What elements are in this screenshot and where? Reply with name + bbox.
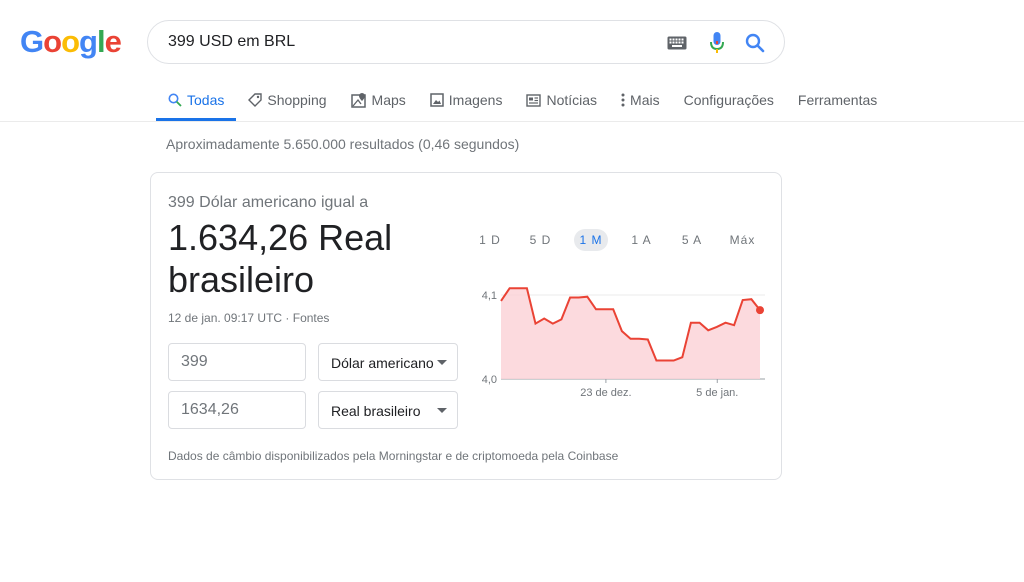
tab-label: Notícias bbox=[546, 92, 598, 108]
range-button-1m[interactable]: 1 M bbox=[574, 229, 608, 251]
from-amount-field[interactable] bbox=[168, 343, 306, 381]
map-icon bbox=[350, 92, 367, 108]
image-icon bbox=[430, 93, 444, 107]
y-tick-label: 4,0 bbox=[482, 374, 497, 386]
google-logo[interactable]: Google bbox=[20, 24, 122, 59]
data-source-note: Dados de câmbio disponibilizados pela Mo… bbox=[168, 449, 619, 463]
tab-label: Imagens bbox=[448, 92, 503, 108]
search-input[interactable] bbox=[168, 31, 638, 53]
search-icon bbox=[168, 93, 182, 107]
dropdown-arrow-icon bbox=[437, 360, 447, 365]
selected-currency: Dólar americano bbox=[331, 355, 434, 371]
tab-label: Ferramentas bbox=[797, 92, 878, 108]
logo-letter: l bbox=[96, 24, 106, 59]
chart-last-point bbox=[756, 306, 764, 315]
chart-range-selector: 1 D 5 D 1 M 1 A 5 A Máx bbox=[473, 229, 776, 251]
tab-todas[interactable]: Todas bbox=[156, 84, 237, 121]
tab-ferramentas[interactable]: Ferramentas bbox=[786, 84, 889, 116]
tab-imagens[interactable]: Imagens bbox=[418, 84, 515, 116]
range-button-1d[interactable]: 1 D bbox=[473, 229, 507, 251]
search-tabs: Todas Shopping Maps Imagens Notícias Mai… bbox=[156, 84, 889, 122]
tab-configuracoes[interactable]: Configurações bbox=[672, 84, 786, 116]
from-currency-select[interactable]: Dólar americano bbox=[318, 343, 458, 381]
range-button-5d[interactable]: 5 D bbox=[524, 229, 558, 251]
from-amount-input[interactable] bbox=[181, 353, 291, 371]
tab-noticias[interactable]: Notícias bbox=[514, 84, 609, 116]
header-divider bbox=[0, 121, 1024, 122]
to-amount-field[interactable] bbox=[168, 391, 306, 429]
logo-letter: g bbox=[79, 24, 98, 59]
tab-label: Shopping bbox=[267, 92, 327, 108]
x-tick-label: 23 de dez. bbox=[580, 387, 631, 399]
range-button-máx[interactable]: Máx bbox=[726, 229, 760, 251]
tab-mais[interactable]: Mais bbox=[609, 84, 672, 116]
logo-letter: o bbox=[43, 24, 62, 59]
result-stats: Aproximadamente 5.650.000 resultados (0,… bbox=[166, 136, 520, 152]
logo-letter: G bbox=[20, 24, 44, 59]
range-button-1a[interactable]: 1 A bbox=[625, 229, 659, 251]
mic-icon[interactable] bbox=[706, 32, 728, 54]
news-icon bbox=[526, 93, 542, 107]
to-amount-input[interactable] bbox=[181, 401, 291, 419]
exchange-rate-chart: 4,1 4,0 23 de dez. 5 de jan. bbox=[482, 287, 765, 399]
tab-maps[interactable]: Maps bbox=[339, 84, 418, 116]
selected-currency: Real brasileiro bbox=[331, 403, 421, 419]
conversion-result: 1.634,26 Real brasileiro bbox=[168, 217, 393, 300]
dropdown-arrow-icon bbox=[437, 408, 447, 413]
tab-label: Maps bbox=[371, 92, 406, 108]
y-tick-label: 4,1 bbox=[482, 290, 497, 302]
more-vert-icon bbox=[621, 93, 625, 107]
tab-shopping[interactable]: Shopping bbox=[236, 84, 338, 116]
tag-icon bbox=[248, 93, 263, 107]
conversion-meta[interactable]: 12 de jan. 09:17 UTC · Fontes bbox=[168, 311, 329, 325]
tab-label: Configurações bbox=[683, 92, 774, 108]
logo-letter: o bbox=[61, 24, 80, 59]
search-icon[interactable] bbox=[744, 32, 766, 54]
range-button-5a[interactable]: 5 A bbox=[675, 229, 709, 251]
logo-letter: e bbox=[104, 24, 122, 59]
tab-label: Todas bbox=[187, 91, 225, 108]
x-tick-label: 5 de jan. bbox=[696, 387, 738, 399]
conversion-label: 399 Dólar americano igual a bbox=[168, 194, 369, 211]
to-currency-select[interactable]: Real brasileiro bbox=[318, 391, 458, 429]
search-box bbox=[147, 20, 785, 64]
tab-label: Mais bbox=[630, 92, 660, 108]
chart-area bbox=[501, 288, 760, 379]
keyboard-icon[interactable] bbox=[666, 32, 688, 54]
currency-converter-card: 399 Dólar americano igual a 1.634,26 Rea… bbox=[150, 172, 782, 480]
